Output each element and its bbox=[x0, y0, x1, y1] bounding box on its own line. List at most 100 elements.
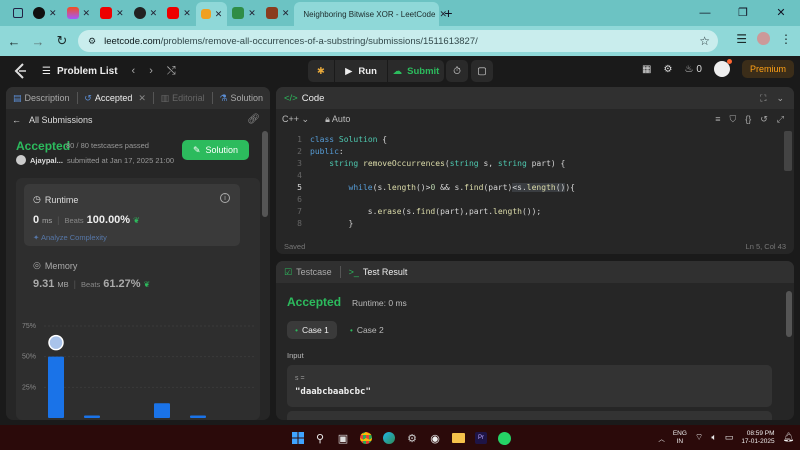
menu-icon[interactable]: ⋮ bbox=[780, 32, 792, 46]
note-icon[interactable]: ▢ bbox=[471, 60, 493, 82]
edge-icon[interactable] bbox=[381, 430, 397, 446]
site-info-icon[interactable]: ⚙ bbox=[88, 36, 96, 47]
settings-app-icon[interactable]: ⚙ bbox=[404, 430, 420, 446]
submit-button[interactable]: ☁ Submit bbox=[388, 60, 444, 82]
close-icon[interactable]: ✕ bbox=[282, 8, 290, 19]
windows-start-icon[interactable] bbox=[290, 430, 306, 446]
user-position-avatar-marker[interactable] bbox=[48, 334, 64, 351]
whatsapp-icon[interactable] bbox=[496, 430, 512, 446]
problem-list[interactable]: ☰ Problem List ‹ › ⤭ bbox=[42, 65, 176, 78]
expand-icon[interactable]: ⛶ bbox=[760, 93, 766, 104]
profile-icon[interactable] bbox=[757, 32, 770, 45]
input-value-box[interactable] bbox=[287, 411, 772, 420]
leetcode-logo-icon[interactable] bbox=[14, 63, 28, 79]
close-icon[interactable]: ✕ bbox=[49, 8, 57, 19]
memory-card[interactable]: ◎ Memory 9.31 MB | Beats 61.27% ❦ bbox=[24, 258, 240, 303]
chart-bar[interactable] bbox=[154, 403, 170, 418]
tab-test-result[interactable]: >_ Test Result bbox=[341, 261, 416, 283]
premiere-icon[interactable]: Pr bbox=[473, 430, 489, 446]
reading-list-icon[interactable]: ☰ bbox=[736, 32, 747, 46]
tab-accepted[interactable]: ↺ Accepted ✕ bbox=[77, 87, 153, 109]
bookmark-icon[interactable]: ⛉ bbox=[729, 114, 736, 125]
reload-icon[interactable]: ↻ bbox=[50, 33, 74, 49]
browser-tab[interactable]: ✕ bbox=[95, 0, 129, 26]
tab-editorial[interactable]: ▥ Editorial bbox=[154, 87, 212, 109]
analyze-complexity-link[interactable]: ✦ Analyze Complexity bbox=[33, 233, 107, 242]
chart-bar[interactable] bbox=[190, 415, 206, 418]
prev-problem-icon[interactable]: ‹ bbox=[132, 65, 136, 77]
volume-icon[interactable]: 🔈︎ bbox=[711, 432, 716, 443]
close-icon[interactable]: ✕ bbox=[248, 8, 256, 19]
search-icon[interactable]: ⚲ bbox=[312, 430, 328, 446]
tab-solution[interactable]: ⚗ Solution bbox=[212, 87, 270, 109]
browser-tab[interactable]: ✕ bbox=[227, 0, 261, 26]
chart-bar[interactable] bbox=[48, 356, 64, 418]
fullscreen-icon[interactable]: ⤢ bbox=[777, 114, 784, 125]
case-1-tab[interactable]: • Case 1 bbox=[287, 321, 337, 339]
format-icon[interactable]: ≡ bbox=[715, 114, 720, 125]
language-select[interactable]: C++ ⌄ bbox=[282, 114, 309, 125]
run-button[interactable]: ▶ Run bbox=[335, 60, 387, 82]
premium-button[interactable]: Premium bbox=[741, 60, 794, 78]
browser-tab[interactable]: ✕ bbox=[28, 0, 62, 26]
close-icon[interactable]: ✕ bbox=[183, 8, 191, 19]
timer-icon[interactable]: ⏱ bbox=[446, 60, 468, 82]
solution-button[interactable]: ✎ Solution bbox=[182, 140, 249, 160]
close-tab-icon[interactable]: ✕ bbox=[138, 93, 146, 104]
input-value-box[interactable]: s = "daabcbaabcbc" bbox=[287, 365, 772, 407]
browser-tab-active[interactable]: Neighboring Bitwise XOR - LeetCode ✕ bbox=[294, 2, 447, 26]
tab-description[interactable]: ▤ Description bbox=[6, 87, 77, 109]
notification-icon[interactable]: 🔔︎ bbox=[783, 432, 794, 443]
braces-icon[interactable]: {} bbox=[745, 114, 751, 125]
minimize-icon[interactable]: — bbox=[686, 0, 724, 26]
tab-testcase[interactable]: ☑ Testcase bbox=[276, 261, 340, 283]
scroll-thumb[interactable] bbox=[262, 131, 268, 217]
browser-tab[interactable]: ✕ bbox=[62, 0, 96, 26]
code-editor[interactable]: 1 class Solution { 2 public: 3 string re… bbox=[276, 129, 794, 239]
next-problem-icon[interactable]: › bbox=[149, 65, 153, 77]
close-icon[interactable]: ✕ bbox=[116, 8, 124, 19]
code-scrollbar[interactable] bbox=[784, 131, 792, 171]
reset-icon[interactable]: ↺ bbox=[760, 114, 768, 125]
new-tab-button[interactable]: + bbox=[439, 0, 457, 26]
back-icon[interactable]: ← bbox=[2, 34, 26, 49]
browser-tab[interactable]: ✕ bbox=[129, 0, 163, 26]
task-view-icon[interactable]: ▣ bbox=[335, 430, 351, 446]
tray-overflow-icon[interactable]: ︿ bbox=[658, 433, 665, 443]
close-icon[interactable]: ✕ bbox=[150, 8, 158, 19]
language-indicator[interactable]: ENG IN bbox=[673, 430, 687, 446]
link-icon[interactable]: 🔗︎ bbox=[247, 114, 260, 125]
debug-icon[interactable]: ✱ bbox=[308, 60, 334, 82]
shuffle-icon[interactable]: ⤭ bbox=[167, 65, 176, 78]
case-2-tab[interactable]: • Case 2 bbox=[350, 321, 384, 339]
forward-icon[interactable]: → bbox=[26, 34, 50, 49]
chrome-icon[interactable] bbox=[358, 430, 374, 446]
close-icon[interactable]: ✕ bbox=[215, 9, 223, 20]
info-icon[interactable]: i bbox=[220, 193, 230, 203]
file-explorer-icon[interactable] bbox=[450, 430, 466, 446]
bookmark-star-icon[interactable]: ☆ bbox=[699, 34, 710, 48]
streak[interactable]: ♨ 0 bbox=[684, 64, 702, 75]
browser-tab[interactable]: ✕ bbox=[162, 0, 196, 26]
maximize-icon[interactable]: ❐ bbox=[724, 0, 762, 26]
wifi-icon[interactable]: ⌔ bbox=[695, 432, 703, 443]
settings-gear-icon[interactable]: ⚙ bbox=[663, 64, 672, 75]
all-submissions-link[interactable]: ← All Submissions bbox=[12, 115, 93, 125]
close-icon[interactable]: ✕ bbox=[83, 8, 91, 19]
browser-tab[interactable] bbox=[8, 0, 28, 26]
runtime-card[interactable]: ◷ Runtime i 0 ms | Beats 100.00% ❦ ✦ Anal… bbox=[24, 184, 240, 246]
media-player-icon[interactable]: ◉ bbox=[427, 430, 443, 446]
avatar[interactable] bbox=[713, 59, 732, 77]
browser-tab[interactable]: ✕ bbox=[261, 0, 295, 26]
auto-mode[interactable]: 🔒︎ Auto bbox=[325, 114, 350, 125]
username[interactable]: Ajaypal... bbox=[30, 156, 63, 165]
chart-bar[interactable] bbox=[84, 415, 100, 418]
close-window-icon[interactable]: ✕ bbox=[762, 0, 800, 26]
layout-icon[interactable]: ▦ bbox=[642, 64, 651, 75]
clock[interactable]: 08:59 PM 17-01-2025 bbox=[741, 430, 774, 446]
url-field[interactable]: ⚙ leetcode.com/problems/remove-all-occur… bbox=[78, 30, 718, 52]
left-scrollbar[interactable] bbox=[262, 131, 268, 411]
runtime-distribution-chart[interactable]: 75% 50% 25% bbox=[16, 318, 260, 418]
result-scrollbar[interactable] bbox=[786, 291, 792, 337]
battery-icon[interactable]: ▭ bbox=[725, 432, 734, 443]
